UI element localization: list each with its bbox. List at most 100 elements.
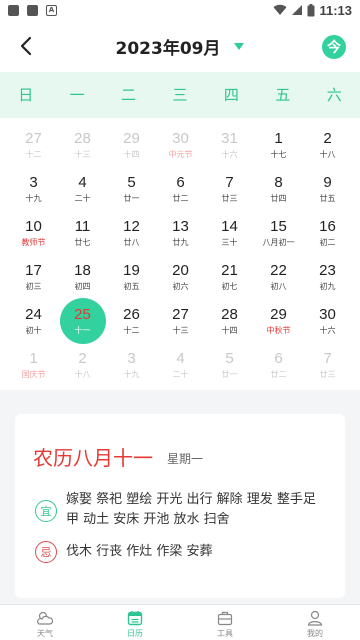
lunar-day: 十一 — [74, 326, 91, 335]
calendar-day[interactable]: 8 廿四 — [254, 166, 303, 210]
day-number: 30 — [319, 306, 336, 323]
calendar-day[interactable]: 4 二十 — [156, 342, 205, 386]
calendar-day[interactable]: 11 廿七 — [58, 210, 107, 254]
calendar-day[interactable]: 22 初八 — [254, 254, 303, 298]
calendar-day[interactable]: 9 廿五 — [303, 166, 352, 210]
holiday-label: 中元节 — [168, 150, 193, 159]
lunar-day: 廿七 — [74, 238, 91, 247]
weekday-thu: 四 — [223, 86, 239, 104]
calendar-day[interactable]: 5 廿一 — [205, 342, 254, 386]
day-number: 26 — [123, 306, 140, 323]
lunar-day: 初十 — [25, 326, 42, 335]
calendar-day[interactable]: 15 八月初一 — [254, 210, 303, 254]
lunar-day: 十二 — [123, 326, 140, 335]
calendar-day[interactable]: 24 初十 — [9, 298, 58, 342]
day-number: 1 — [274, 130, 283, 147]
today-button[interactable]: 今 — [322, 35, 346, 59]
tab-calendar[interactable]: 日历 — [90, 605, 180, 640]
calendar-day[interactable]: 20 初六 — [156, 254, 205, 298]
status-right: 11:13 — [273, 3, 352, 18]
day-number: 17 — [25, 262, 42, 279]
user-icon — [305, 609, 325, 627]
calendar-day[interactable]: 29 十四 — [107, 122, 156, 166]
weekday-header: 日 一 二 三 四 五 六 — [0, 72, 360, 118]
ji-badge: 忌 — [35, 541, 57, 563]
calendar-day[interactable]: 10 教师节 — [9, 210, 58, 254]
calendar-day[interactable]: 3 十九 — [9, 166, 58, 210]
day-number: 15 — [270, 218, 287, 235]
lunar-day: 初六 — [172, 282, 189, 291]
lunar-day: 二十 — [172, 370, 189, 379]
day-number: 23 — [319, 262, 336, 279]
ji-activities: 伐木 行丧 作灶 作梁 安葬 — [66, 544, 213, 559]
lunar-day: 十九 — [123, 370, 140, 379]
header: 2023年09月 今 — [0, 20, 360, 72]
day-number: 25 — [74, 306, 91, 323]
lunar-day: 十二 — [25, 150, 42, 159]
day-number: 31 — [221, 130, 238, 147]
calendar-day[interactable]: 2 十八 — [303, 122, 352, 166]
calendar-day[interactable]: 7 廿三 — [303, 342, 352, 386]
day-number: 14 — [221, 218, 238, 235]
lunar-day: 廿一 — [221, 370, 238, 379]
calendar-day[interactable]: 30 十六 — [303, 298, 352, 342]
lunar-day: 廿四 — [270, 194, 287, 203]
tab-tools[interactable]: 工具 — [180, 605, 270, 640]
day-number: 18 — [74, 262, 91, 279]
calendar-day[interactable]: 29 中秋节 — [254, 298, 303, 342]
back-button[interactable] — [12, 32, 40, 60]
calendar-day[interactable]: 7 廿三 — [205, 166, 254, 210]
calendar-day[interactable]: 28 十四 — [205, 298, 254, 342]
lunar-day: 廿二 — [270, 370, 287, 379]
tab-weather-label: 天气 — [37, 629, 53, 638]
calendar-day[interactable]: 1 国庆节 — [9, 342, 58, 386]
day-number: 7 — [225, 174, 234, 191]
weekday-fri: 五 — [275, 86, 291, 104]
weekday-wed: 三 — [172, 86, 188, 104]
calendar-day[interactable]: 26 十二 — [107, 298, 156, 342]
dropdown-caret-icon — [234, 42, 245, 50]
lunar-day: 二十 — [74, 194, 91, 203]
calendar-day[interactable]: 6 廿二 — [156, 166, 205, 210]
calendar-day[interactable]: 27 十三 — [156, 298, 205, 342]
lunar-day: 初二 — [319, 238, 336, 247]
calendar-day-selected[interactable]: 25 十一 — [58, 298, 107, 344]
weekday-sun: 日 — [18, 86, 34, 104]
calendar-day[interactable]: 30 中元节 — [156, 122, 205, 166]
calendar-day[interactable]: 5 廿一 — [107, 166, 156, 210]
calendar-day[interactable]: 3 十九 — [107, 342, 156, 386]
calendar-day[interactable]: 31 十六 — [205, 122, 254, 166]
calendar-day[interactable]: 4 二十 — [58, 166, 107, 210]
lunar-day: 十四 — [221, 326, 238, 335]
calendar-grid: 27 十二 28 十三 29 十四 30 中元节 31 十六 1 十七 2 十八 3 十九 4 二十 5 廿一 6 廿二 7… — [0, 118, 360, 390]
day-number: 12 — [123, 218, 140, 235]
calendar-day[interactable]: 27 十二 — [9, 122, 58, 166]
calendar-day[interactable]: 28 十三 — [58, 122, 107, 166]
calendar-day[interactable]: 1 十七 — [254, 122, 303, 166]
day-number: 29 — [270, 306, 287, 323]
calendar-day[interactable]: 23 初九 — [303, 254, 352, 298]
lunar-day: 十六 — [319, 326, 336, 335]
tab-profile[interactable]: 我的 — [270, 605, 360, 640]
month-picker[interactable]: 2023年09月 — [116, 34, 245, 59]
calendar-day[interactable]: 16 初二 — [303, 210, 352, 254]
tab-tools-label: 工具 — [217, 629, 233, 638]
day-number: 6 — [176, 174, 185, 191]
day-number: 13 — [172, 218, 189, 235]
calendar-day[interactable]: 18 初四 — [58, 254, 107, 298]
calendar-day[interactable]: 14 三十 — [205, 210, 254, 254]
calendar-day[interactable]: 2 十八 — [58, 342, 107, 386]
lunar-day: 十七 — [270, 150, 287, 159]
wifi-icon — [273, 4, 287, 16]
lunar-day: 廿一 — [123, 194, 140, 203]
tab-weather[interactable]: 天气 — [0, 605, 90, 640]
calendar-day[interactable]: 13 廿九 — [156, 210, 205, 254]
calendar-day[interactable]: 21 初七 — [205, 254, 254, 298]
calendar-day[interactable]: 12 廿八 — [107, 210, 156, 254]
day-number: 1 — [29, 350, 38, 367]
calendar-day[interactable]: 17 初三 — [9, 254, 58, 298]
calendar-day[interactable]: 6 廿二 — [254, 342, 303, 386]
holiday-label: 国庆节 — [21, 370, 46, 379]
calendar-day[interactable]: 19 初五 — [107, 254, 156, 298]
day-number: 28 — [74, 130, 91, 147]
